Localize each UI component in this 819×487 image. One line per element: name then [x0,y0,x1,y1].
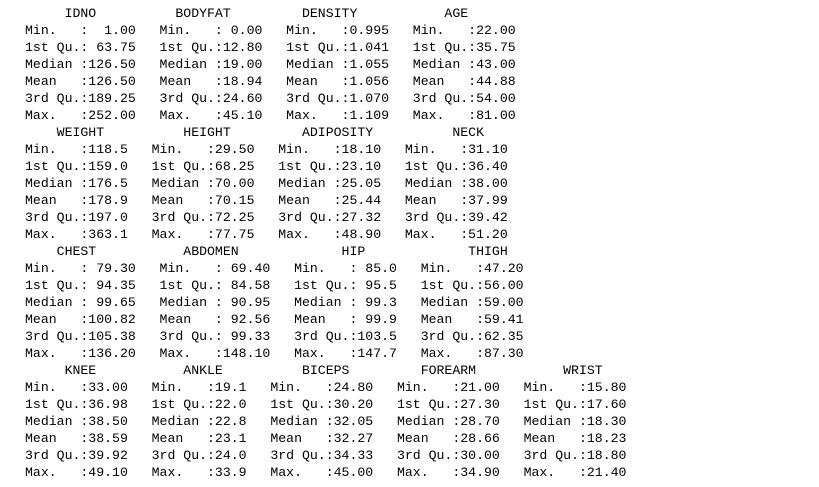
summary-row-mean: Mean :38.59 Mean :23.1 Mean :32.27 Mean … [25,431,643,446]
summary-header-knee-ankle-biceps-forearm-wrist: KNEE ANKLE BICEPS FOREARM WRIST [25,363,651,378]
summary-row-min: Min. :118.5 Min. :29.50 Min. :18.10 Min.… [25,142,524,157]
summary-row-1st-qu: 1st Qu.:159.0 1st Qu.:68.25 1st Qu.:23.1… [25,159,524,174]
summary-row-1st-qu: 1st Qu.: 94.35 1st Qu.: 84.58 1st Qu.: 9… [25,278,540,293]
summary-row-max: Max. :49.10 Max. :33.9 Max. :45.00 Max. … [25,465,643,480]
summary-row-max: Max. :363.1 Max. :77.75 Max. :48.90 Max.… [25,227,524,242]
summary-row-3rd-qu: 3rd Qu.:105.38 3rd Qu.: 99.33 3rd Qu.:10… [25,329,540,344]
summary-row-mean: Mean :126.50 Mean :18.94 Mean :1.056 Mea… [25,74,532,89]
summary-row-1st-qu: 1st Qu.:36.98 1st Qu.:22.0 1st Qu.:30.20… [25,397,643,412]
summary-header-chest-abdomen-hip-thigh: CHEST ABDOMEN HIP THIGH [25,244,556,259]
summary-row-3rd-qu: 3rd Qu.:189.25 3rd Qu.:24.60 3rd Qu.:1.0… [25,91,532,106]
summary-row-3rd-qu: 3rd Qu.:39.92 3rd Qu.:24.0 3rd Qu.:34.33… [25,448,643,463]
summary-row-median: Median :176.5 Median :70.00 Median :25.0… [25,176,524,191]
summary-row-median: Median :126.50 Median :19.00 Median :1.0… [25,57,532,72]
summary-row-min: Min. : 79.30 Min. : 69.40 Min. : 85.0 Mi… [25,261,540,276]
summary-row-median: Median : 99.65 Median : 90.95 Median : 9… [25,295,540,310]
summary-row-mean: Mean :100.82 Mean : 92.56 Mean : 99.9 Me… [25,312,540,327]
summary-row-min: Min. : 1.00 Min. : 0.00 Min. :0.995 Min.… [25,23,532,38]
summary-header-idno-bodyfat-density-age: IDNO BODYFAT DENSITY AGE [25,6,524,21]
summary-header-weight-height-adiposity-neck: WEIGHT HEIGHT ADIPOSITY NECK [25,125,532,140]
summary-row-max: Max. :136.20 Max. :148.10 Max. :147.7 Ma… [25,346,540,361]
summary-row-max: Max. :252.00 Max. :45.10 Max. :1.109 Max… [25,108,532,123]
summary-row-min: Min. :33.00 Min. :19.1 Min. :24.80 Min. … [25,380,643,395]
r-console-summary-output: IDNO BODYFAT DENSITY AGE Min. : 1.00 Min… [25,5,650,481]
summary-row-mean: Mean :178.9 Mean :70.15 Mean :25.44 Mean… [25,193,524,208]
summary-row-1st-qu: 1st Qu.: 63.75 1st Qu.:12.80 1st Qu.:1.0… [25,40,532,55]
summary-row-3rd-qu: 3rd Qu.:197.0 3rd Qu.:72.25 3rd Qu.:27.3… [25,210,524,225]
summary-row-median: Median :38.50 Median :22.8 Median :32.05… [25,414,643,429]
